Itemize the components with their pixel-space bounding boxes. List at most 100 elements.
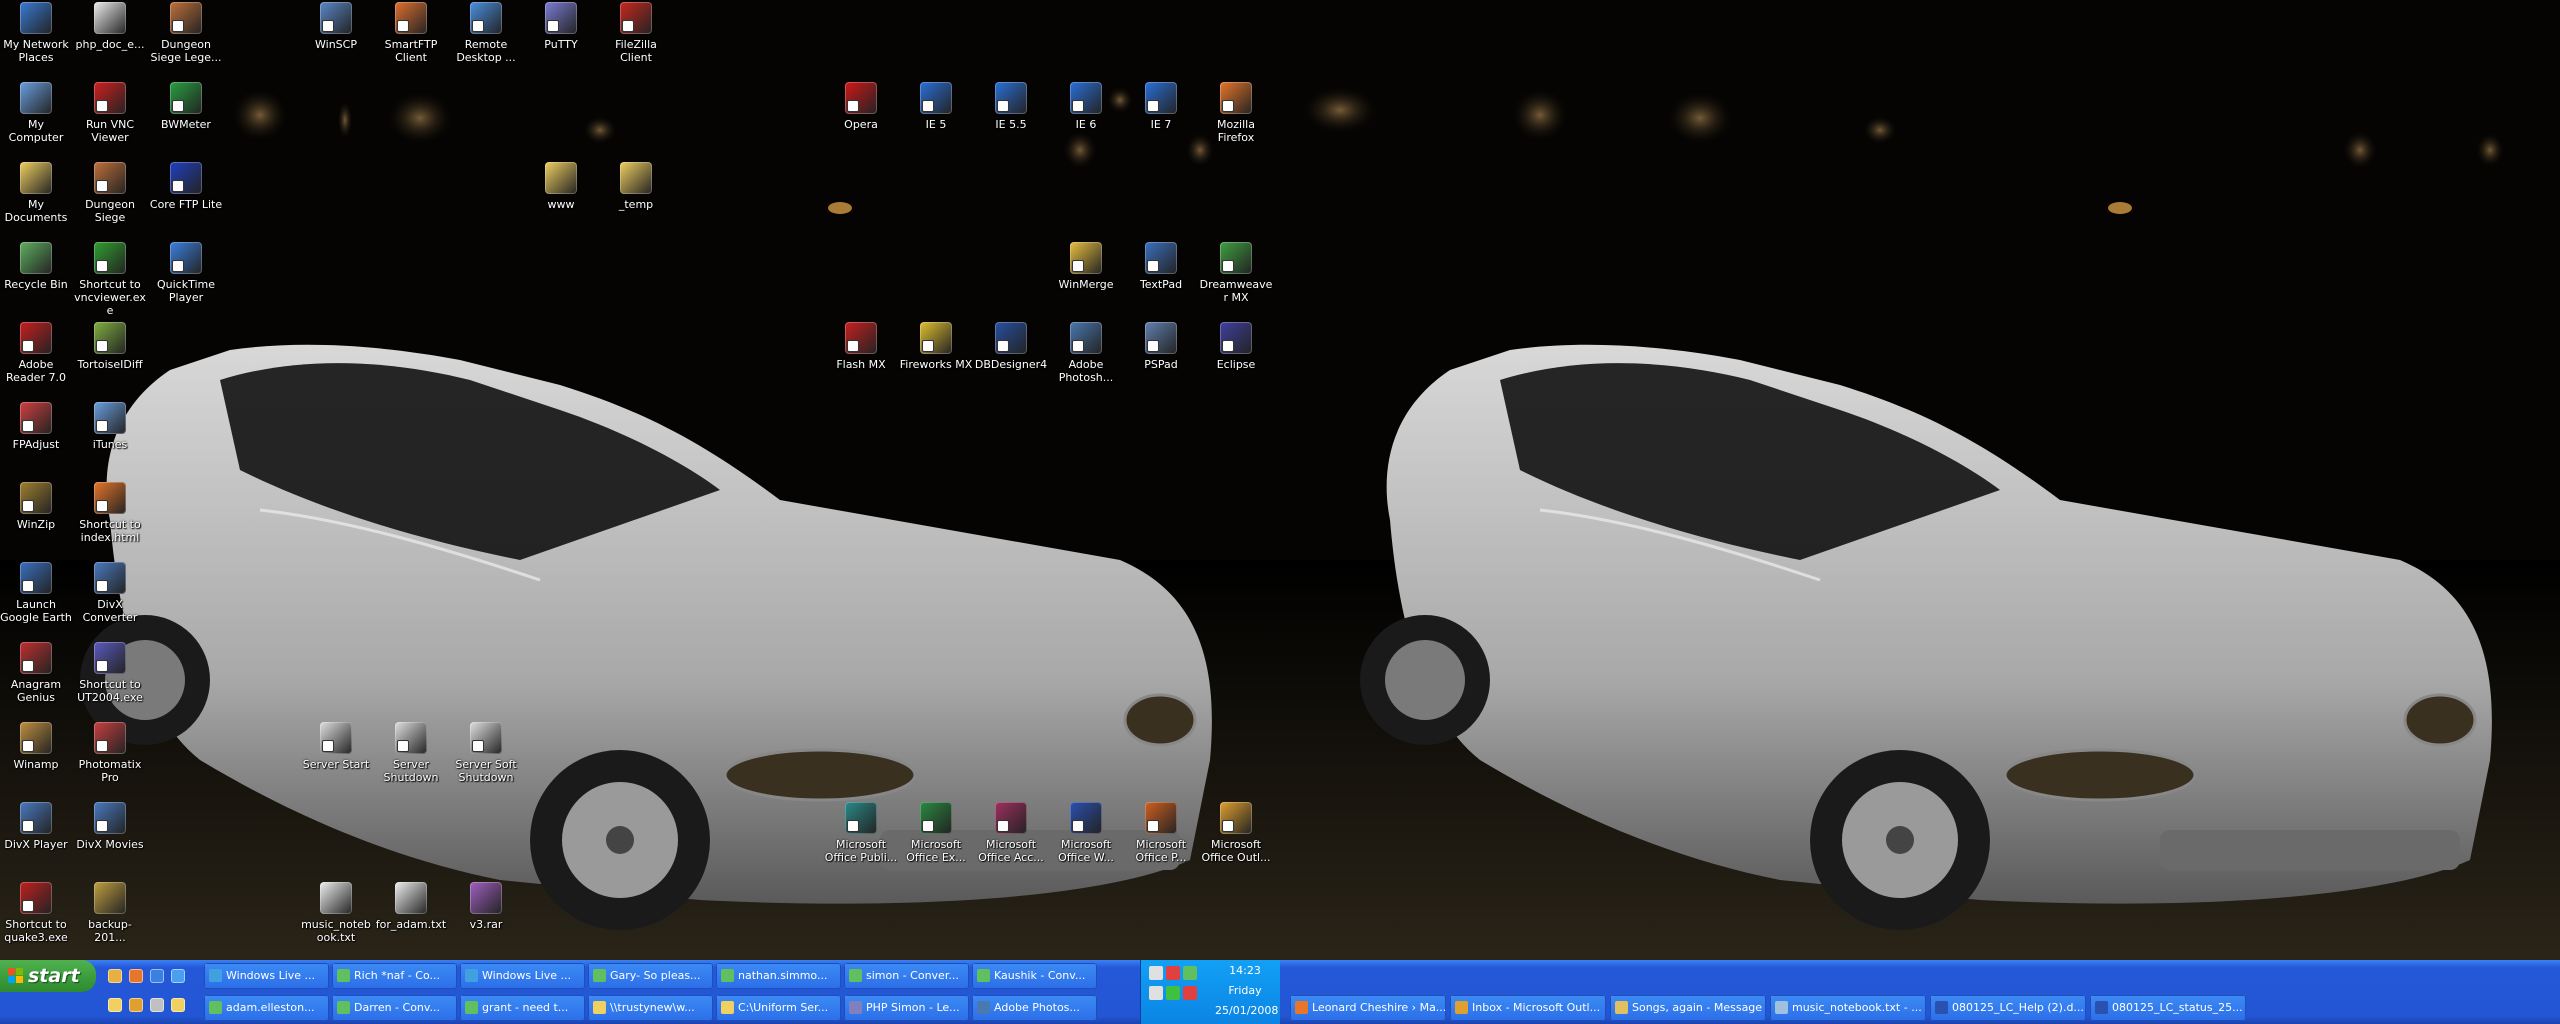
antivirus-tray-icon[interactable] bbox=[1183, 986, 1197, 1000]
opera-tray-icon[interactable] bbox=[1166, 966, 1180, 980]
desktop-icon-divx-movies[interactable]: DivX Movies bbox=[73, 802, 147, 851]
desktop-icon-divx-player[interactable]: DivX Player bbox=[0, 802, 73, 851]
desktop-icon-quicktime-player[interactable]: QuickTime Player bbox=[149, 242, 223, 304]
desktop-icon-tortoiseidiff[interactable]: TortoiseIDiff bbox=[73, 322, 147, 371]
desktop-icon-microsoft-office-publi[interactable]: Microsoft Office Publi... bbox=[824, 802, 898, 864]
network-tray-icon[interactable] bbox=[1183, 966, 1197, 980]
quick-launch-explorer-icon[interactable] bbox=[108, 998, 122, 1012]
desktop-icon-microsoft-office-w[interactable]: Microsoft Office W... bbox=[1049, 802, 1123, 864]
taskbar-button[interactable]: Rich *naf - Co... bbox=[332, 963, 457, 989]
quick-launch-media-icon[interactable] bbox=[150, 969, 164, 983]
desktop-icon-temp[interactable]: _temp bbox=[599, 162, 673, 211]
desktop-icon-backup-201[interactable]: backup-201... bbox=[73, 882, 147, 944]
desktop-icon-textpad[interactable]: TextPad bbox=[1124, 242, 1198, 291]
desktop-icon-winmerge[interactable]: WinMerge bbox=[1049, 242, 1123, 291]
desktop-icon-shortcut-to-ut2004-exe[interactable]: Shortcut to UT2004.exe bbox=[73, 642, 147, 704]
desktop-icon-ie-7[interactable]: IE 7 bbox=[1124, 82, 1198, 131]
desktop-icon-php-doc-e[interactable]: php_doc_e... bbox=[73, 2, 147, 51]
desktop-icon-remote-desktop[interactable]: Remote Desktop ... bbox=[449, 2, 523, 64]
desktop-icon-fpadjust[interactable]: FPAdjust bbox=[0, 402, 73, 451]
desktop-icon-mozilla-firefox[interactable]: Mozilla Firefox bbox=[1199, 82, 1273, 144]
desktop-icon-microsoft-office-ex[interactable]: Microsoft Office Ex... bbox=[899, 802, 973, 864]
quick-launch-ie-icon[interactable] bbox=[171, 969, 185, 983]
taskbar-button[interactable]: Inbox - Microsoft Outl... bbox=[1450, 995, 1606, 1021]
desktop-icon-server-shutdown[interactable]: Server Shutdown bbox=[374, 722, 448, 784]
taskbar-button[interactable]: 080125_LC_Help (2).d... bbox=[1930, 995, 2086, 1021]
desktop-icon-bwmeter[interactable]: BWMeter bbox=[149, 82, 223, 131]
desktop-icon-my-documents[interactable]: My Documents bbox=[0, 162, 73, 224]
desktop-icon-photomatix-pro[interactable]: Photomatix Pro bbox=[73, 722, 147, 784]
taskbar-button[interactable]: 080125_LC_status_25... bbox=[2090, 995, 2246, 1021]
desktop-icon-filezilla-client[interactable]: FileZilla Client bbox=[599, 2, 673, 64]
desktop-icon-dreamweaver-mx[interactable]: Dreamweaver MX bbox=[1199, 242, 1273, 304]
desktop-icon-ie-5[interactable]: IE 5 bbox=[899, 82, 973, 131]
desktop-icon-dungeon-siege[interactable]: Dungeon Siege bbox=[73, 162, 147, 224]
taskbar-button[interactable]: PHP Simon - Le... bbox=[844, 995, 969, 1021]
desktop-icon-pspad[interactable]: PSPad bbox=[1124, 322, 1198, 371]
taskbar-button[interactable]: Songs, again - Message bbox=[1610, 995, 1766, 1021]
desktop-icon-shortcut-to-quake3-exe[interactable]: Shortcut to quake3.exe bbox=[0, 882, 73, 944]
quick-launch-firefox-icon[interactable] bbox=[129, 969, 143, 983]
quick-launch-folder-icon[interactable] bbox=[171, 998, 185, 1012]
clock-time[interactable]: 14:23 bbox=[1215, 964, 1275, 977]
taskbar-button[interactable]: Windows Live ... bbox=[204, 963, 329, 989]
desktop-icon-fireworks-mx[interactable]: Fireworks MX bbox=[899, 322, 973, 371]
desktop-icon-dungeon-siege-lege[interactable]: Dungeon Siege Lege... bbox=[149, 2, 223, 64]
taskbar-button[interactable]: nathan.simmo... bbox=[716, 963, 841, 989]
desktop-icon-run-vnc-viewer[interactable]: Run VNC Viewer bbox=[73, 82, 147, 144]
desktop-icon-launch-google-earth[interactable]: Launch Google Earth bbox=[0, 562, 73, 624]
desktop-icon-www[interactable]: www bbox=[524, 162, 598, 211]
desktop-icon-anagram-genius[interactable]: Anagram Genius bbox=[0, 642, 73, 704]
desktop-icon-adobe-photosh[interactable]: Adobe Photosh... bbox=[1049, 322, 1123, 384]
desktop-icon-itunes[interactable]: iTunes bbox=[73, 402, 147, 451]
desktop-icon-server-soft-shutdown[interactable]: Server Soft Shutdown bbox=[449, 722, 523, 784]
vnc-tray-icon[interactable] bbox=[1149, 966, 1163, 980]
desktop-icon-opera[interactable]: Opera bbox=[824, 82, 898, 131]
desktop-icon-microsoft-office-acc[interactable]: Microsoft Office Acc... bbox=[974, 802, 1048, 864]
taskbar-button[interactable]: Windows Live ... bbox=[460, 963, 585, 989]
desktop-icon-label: IE 5.5 bbox=[995, 118, 1027, 131]
desktop-icon-adobe-reader-7-0[interactable]: Adobe Reader 7.0 bbox=[0, 322, 73, 384]
taskbar-button-label: Gary- So pleas... bbox=[610, 969, 701, 982]
taskbar-button[interactable]: adam.elleston... bbox=[204, 995, 329, 1021]
desktop-icon-microsoft-office-p[interactable]: Microsoft Office P... bbox=[1124, 802, 1198, 864]
taskbar-button[interactable]: Leonard Cheshire › Ma... bbox=[1290, 995, 1446, 1021]
taskbar-button[interactable]: Gary- So pleas... bbox=[588, 963, 713, 989]
desktop-icon-winscp[interactable]: WinSCP bbox=[299, 2, 373, 51]
desktop-icon-core-ftp-lite[interactable]: Core FTP Lite bbox=[149, 162, 223, 211]
taskbar-button[interactable]: C:\Uniform Ser... bbox=[716, 995, 841, 1021]
taskbar-button[interactable]: grant - need t... bbox=[460, 995, 585, 1021]
desktop-icon-microsoft-office-outl[interactable]: Microsoft Office Outl... bbox=[1199, 802, 1273, 864]
desktop-icon-v3-rar[interactable]: v3.rar bbox=[449, 882, 523, 931]
taskbar-button[interactable]: Darren - Conv... bbox=[332, 995, 457, 1021]
start-button[interactable]: start bbox=[0, 960, 96, 992]
desktop-icon-winzip[interactable]: WinZip bbox=[0, 482, 73, 531]
taskbar-button[interactable]: \\trustynew\w... bbox=[588, 995, 713, 1021]
taskbar-button[interactable]: music_notebook.txt - ... bbox=[1770, 995, 1926, 1021]
desktop-icon-winamp[interactable]: Winamp bbox=[0, 722, 73, 771]
quick-launch-outlook-icon[interactable] bbox=[129, 998, 143, 1012]
desktop-icon-my-computer[interactable]: My Computer bbox=[0, 82, 73, 144]
quick-launch-tool-icon[interactable] bbox=[150, 998, 164, 1012]
desktop-icon-server-start[interactable]: Server Start bbox=[299, 722, 373, 771]
taskbar-button[interactable]: Adobe Photos... bbox=[972, 995, 1097, 1021]
desktop-icon-recycle-bin[interactable]: Recycle Bin bbox=[0, 242, 73, 291]
volume-tray-icon[interactable] bbox=[1149, 986, 1163, 1000]
desktop-icon-putty[interactable]: PuTTY bbox=[524, 2, 598, 51]
desktop-icon-eclipse[interactable]: Eclipse bbox=[1199, 322, 1273, 371]
messenger-tray-icon[interactable] bbox=[1166, 986, 1180, 1000]
desktop-icon-ie-5-5[interactable]: IE 5.5 bbox=[974, 82, 1048, 131]
desktop-icon-divx-converter[interactable]: DivX Converter bbox=[73, 562, 147, 624]
desktop-icon-smartftp-client[interactable]: SmartFTP Client bbox=[374, 2, 448, 64]
quick-launch-desktop-icon[interactable] bbox=[108, 969, 122, 983]
desktop-icon-my-network-places[interactable]: My Network Places bbox=[0, 2, 73, 64]
taskbar-button[interactable]: simon - Conver... bbox=[844, 963, 969, 989]
desktop-icon-shortcut-to-index-html[interactable]: Shortcut to index.html bbox=[73, 482, 147, 544]
taskbar-button[interactable]: Kaushik - Conv... bbox=[972, 963, 1097, 989]
desktop-icon-for-adam-txt[interactable]: for_adam.txt bbox=[374, 882, 448, 931]
desktop-icon-flash-mx[interactable]: Flash MX bbox=[824, 322, 898, 371]
desktop-icon-shortcut-to-vncviewer-exe[interactable]: Shortcut to vncviewer.exe bbox=[73, 242, 147, 317]
desktop-icon-music-notebook-txt[interactable]: music_notebook.txt bbox=[299, 882, 373, 944]
desktop-icon-ie-6[interactable]: IE 6 bbox=[1049, 82, 1123, 131]
desktop-icon-dbdesigner4[interactable]: DBDesigner4 bbox=[974, 322, 1048, 371]
